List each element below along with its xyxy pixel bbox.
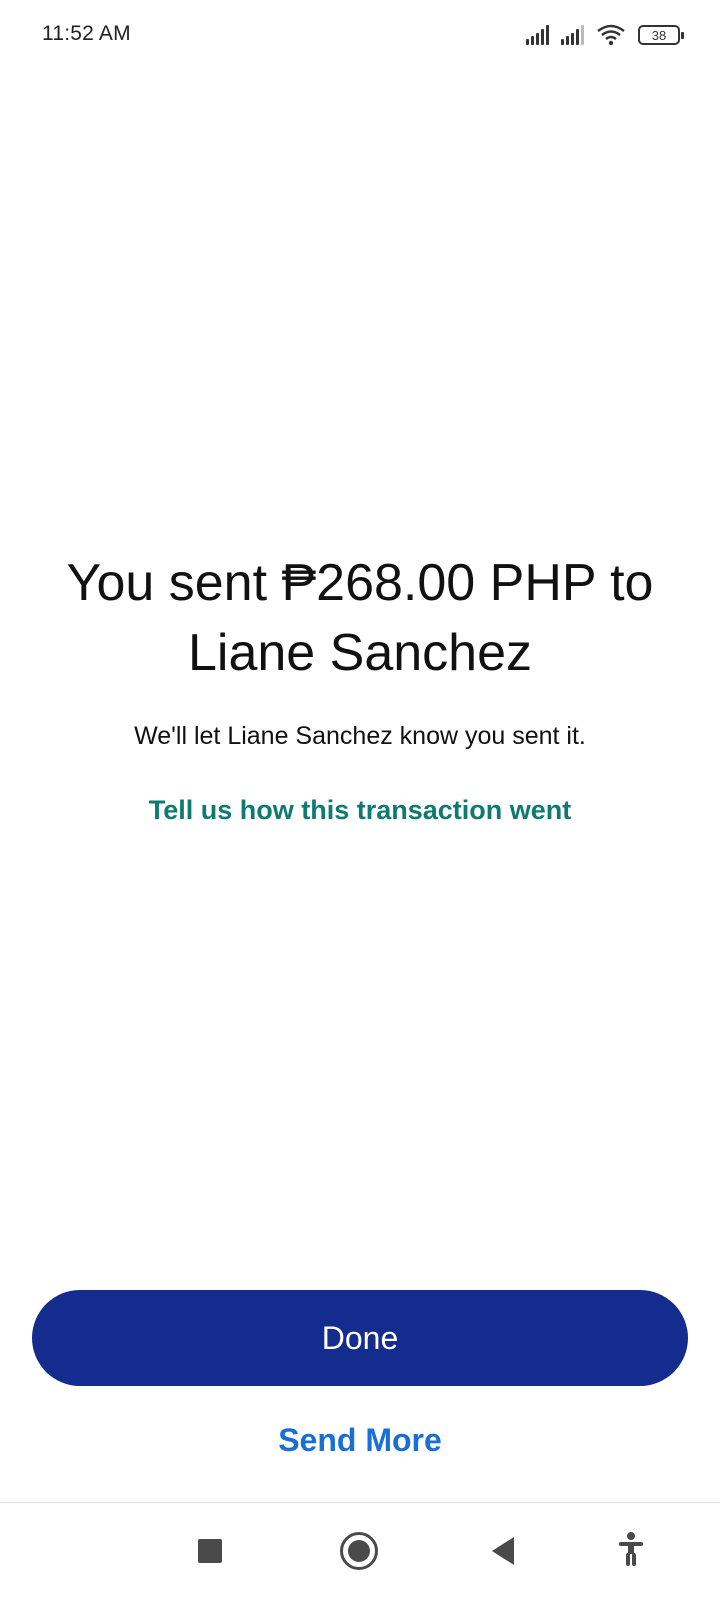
send-more-button[interactable]: Send More	[0, 1422, 720, 1459]
cell-signal-icon	[526, 25, 549, 45]
accessibility-icon[interactable]	[616, 1531, 646, 1567]
system-nav-bar	[0, 1503, 720, 1600]
wifi-icon	[597, 24, 625, 46]
status-bar: 11:52 AM 38	[0, 0, 720, 70]
recents-square-icon[interactable]	[198, 1539, 222, 1563]
done-button[interactable]: Done	[32, 1290, 688, 1386]
back-triangle-icon[interactable]	[492, 1537, 514, 1565]
status-time: 11:52 AM	[42, 22, 131, 45]
status-icons: 38	[526, 22, 684, 48]
confirmation-message: You sent ₱268.00 PHP to Liane Sanchez We…	[0, 548, 720, 826]
payment-success-screen: 11:52 AM 38 You sent ₱268.00 PHP to Lian…	[0, 0, 720, 1600]
notify-subtext: We'll let Liane Sanchez know you sent it…	[134, 722, 586, 750]
battery-icon: 38	[638, 25, 684, 45]
cell-signal-2-icon	[561, 25, 584, 45]
sent-headline: You sent ₱268.00 PHP to Liane Sanchez	[66, 554, 654, 682]
home-circle-icon[interactable]	[340, 1532, 378, 1570]
transaction-feedback-link[interactable]: Tell us how this transaction went	[149, 795, 572, 826]
